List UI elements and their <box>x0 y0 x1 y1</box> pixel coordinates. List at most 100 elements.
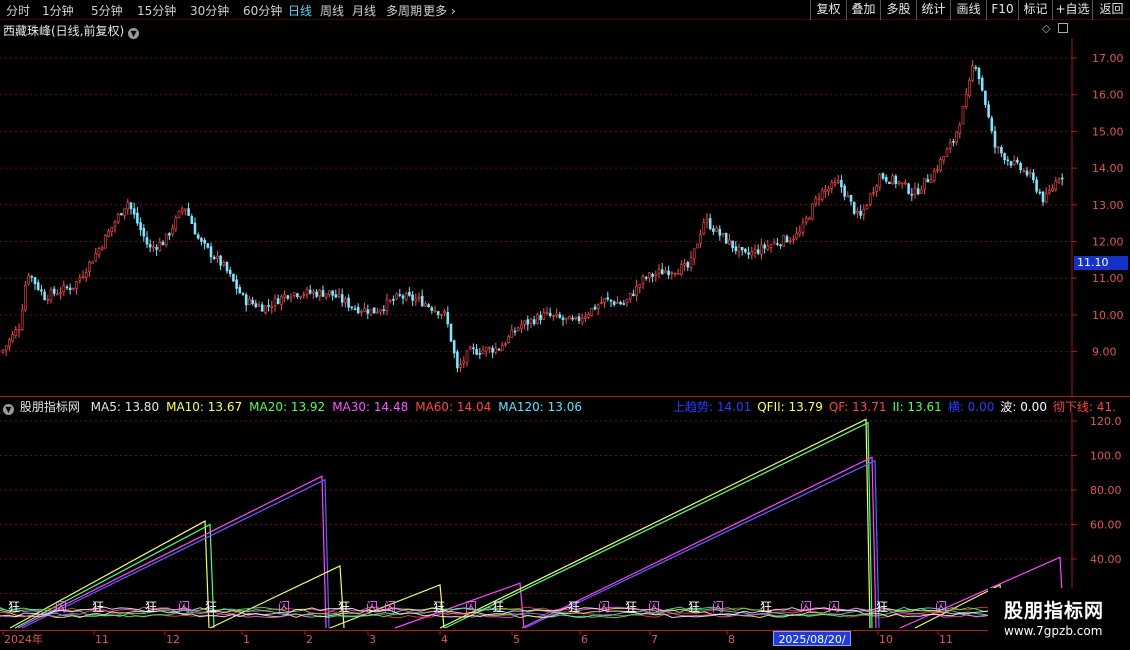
f10-button[interactable]: F10 <box>986 0 1018 20</box>
candle-down <box>926 178 930 183</box>
candle-down <box>430 307 434 311</box>
candle-down <box>491 347 494 353</box>
candle-up <box>929 179 933 184</box>
candle-down <box>40 289 43 292</box>
tab-60min[interactable]: 60分钟 <box>243 2 282 19</box>
candle-up <box>792 238 795 241</box>
tab-1min[interactable]: 1分钟 <box>42 2 74 19</box>
candlestick-chart[interactable]: 17.00 16.00 15.00 14.00 13.00 12.00 11.00 10.00… <box>0 38 1130 396</box>
candle-up <box>868 193 872 205</box>
candle-up <box>14 329 18 336</box>
candle-down <box>267 305 270 307</box>
candle-up <box>174 217 178 230</box>
add-watchlist-button[interactable]: +自选 <box>1052 0 1092 20</box>
candle-down <box>65 286 69 289</box>
tab-daily[interactable]: 日线 <box>288 2 312 19</box>
mark-button[interactable]: 标记 <box>1018 0 1052 20</box>
tab-5min[interactable]: 5分钟 <box>91 2 123 19</box>
candle-up <box>152 246 155 249</box>
candle-up <box>683 263 686 266</box>
candle-up <box>817 197 821 200</box>
candle-up <box>369 308 373 316</box>
candle-up <box>270 305 274 308</box>
diamond-icon[interactable]: ◇ <box>1042 22 1050 35</box>
candle-up <box>654 273 658 276</box>
tab-30min[interactable]: 30分钟 <box>190 2 229 19</box>
candle-up <box>523 320 526 325</box>
candle-down <box>411 294 414 301</box>
tab-more[interactable]: 更多 › <box>423 2 456 19</box>
candle-down <box>660 269 664 275</box>
candle-down <box>296 293 299 298</box>
candle-up <box>657 269 661 274</box>
candle-up <box>344 298 347 303</box>
tab-15min[interactable]: 15分钟 <box>137 2 176 19</box>
window-toggle-icon[interactable] <box>1057 23 1068 33</box>
draw-line-button[interactable]: 画线 <box>950 0 986 20</box>
candle-down <box>849 194 853 202</box>
candle-down <box>779 244 782 247</box>
candle-up <box>795 233 798 239</box>
candle-down <box>1006 159 1010 162</box>
candle-up <box>465 350 469 363</box>
candle-up <box>273 297 277 306</box>
back-button[interactable]: 返回 <box>1092 0 1130 20</box>
tab-weekly[interactable]: 周线 <box>320 2 344 19</box>
candle-up <box>433 310 437 312</box>
candle-down <box>606 297 610 300</box>
adjust-button[interactable]: 复权 <box>810 0 846 20</box>
indicator-chart[interactable]: 狂闪狂狂闪狂闪狂闪闪狂闪狂狂闪狂闪狂闪狂闪闪狂闪 120.0100.080.00… <box>0 412 1130 630</box>
candle-down <box>593 306 597 310</box>
candle-up <box>468 346 472 350</box>
tab-multi-period[interactable]: 多周期 <box>386 2 422 19</box>
x-tick-label: 1 <box>243 633 250 646</box>
candle-up <box>184 208 187 211</box>
candle-down <box>382 309 386 311</box>
candle-up <box>248 298 251 305</box>
x-tick-label: 11 <box>95 633 109 646</box>
candle-up <box>324 293 328 298</box>
candle-up <box>1 349 5 353</box>
candle-down <box>712 228 715 232</box>
indicator-tick-label: 100.0 <box>1090 450 1122 463</box>
tab-monthly[interactable]: 月线 <box>352 2 376 19</box>
candle-down <box>244 294 248 306</box>
candle-down <box>334 294 338 298</box>
candle-up <box>782 235 786 247</box>
candle-down <box>436 311 440 316</box>
candle-up <box>1044 193 1048 203</box>
candle-down <box>228 269 232 275</box>
candle-down <box>139 222 142 231</box>
candle-down <box>209 246 213 258</box>
candle-up <box>110 227 114 232</box>
candle-down <box>708 218 712 230</box>
candle-down <box>475 349 478 355</box>
candle-down <box>987 104 990 118</box>
price-tick-label: 17.00 <box>1092 52 1124 65</box>
signal-marker: 闪 <box>598 600 610 614</box>
candle-up <box>388 299 392 302</box>
x-tick-label: 5 <box>513 633 520 646</box>
candle-up <box>280 296 283 305</box>
candle-up <box>804 218 808 223</box>
multi-stock-button[interactable]: 多股 <box>880 0 916 20</box>
statistics-button[interactable]: 统计 <box>916 0 950 20</box>
candle-up <box>337 293 341 297</box>
candle-up <box>638 284 642 288</box>
candle-down <box>894 175 898 185</box>
candle-up <box>443 311 446 314</box>
candle-down <box>206 243 210 248</box>
overlay-button[interactable]: 叠加 <box>846 0 880 20</box>
indicator-ramp-line <box>439 418 871 629</box>
candle-up <box>936 169 939 171</box>
indicator-grid <box>0 420 1072 594</box>
period-toolbar: 分时 1分钟 5分钟 15分钟 30分钟 60分钟 日线 周线 月线 多周期 更… <box>0 0 1130 20</box>
tab-timeshare[interactable]: 分时 <box>6 2 30 19</box>
indicator-tick-label: 60.00 <box>1090 519 1122 532</box>
candle-up <box>545 311 549 314</box>
candle-up <box>596 304 600 309</box>
candle-up <box>180 208 184 213</box>
candle-up <box>625 298 629 304</box>
signal-marker: 闪 <box>712 600 724 614</box>
candle-up <box>494 347 498 353</box>
